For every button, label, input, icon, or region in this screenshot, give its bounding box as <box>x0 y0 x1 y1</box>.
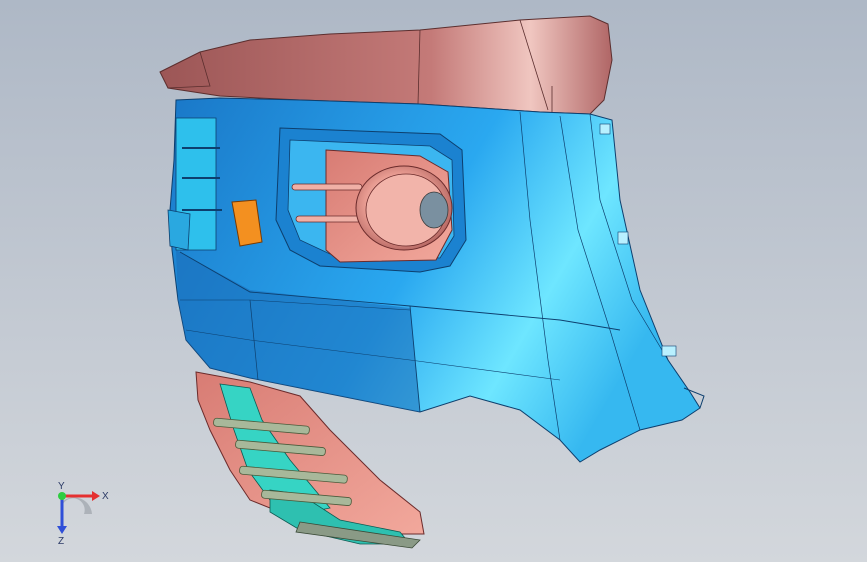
z-axis-label: Z <box>58 536 64 547</box>
y-axis-label: Y <box>58 481 65 492</box>
cad-viewport[interactable]: X Y Z <box>0 0 867 562</box>
bumper-model[interactable] <box>0 0 867 562</box>
y-axis-dot <box>58 492 66 500</box>
fog-lamp-recess <box>275 127 467 273</box>
x-axis-label: X <box>102 491 109 502</box>
coordinate-triad: X Y Z <box>57 481 109 547</box>
